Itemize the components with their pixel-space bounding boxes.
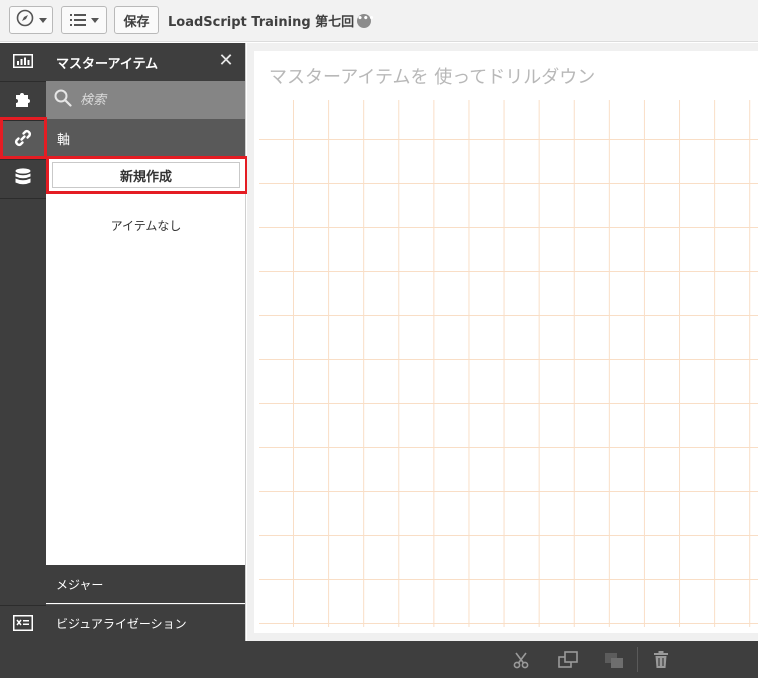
asset-rail: [0, 43, 46, 641]
toolbar-separator: [637, 647, 638, 672]
list-icon: [69, 11, 86, 30]
rail-divider: [0, 198, 46, 199]
compass-icon: [16, 9, 34, 31]
sheet-title[interactable]: マスターアイテムを 使ってドリルダウン: [269, 63, 595, 89]
search-icon: [54, 89, 72, 111]
dimensions-section-header[interactable]: 軸: [46, 119, 245, 157]
visualizations-label: ビジュアライゼーション: [56, 617, 187, 631]
top-toolbar: 保存 LoadScript Training 第七回 •••: [0, 0, 758, 42]
search-bar: [46, 81, 245, 119]
search-input[interactable]: [80, 92, 230, 108]
measures-label: メジャー: [56, 577, 104, 592]
chart-icon: [13, 53, 33, 72]
create-new-button[interactable]: 新規作成: [52, 162, 240, 188]
link-icon: [13, 128, 33, 152]
chevron-down-icon: [90, 17, 99, 23]
layout-grid[interactable]: [259, 100, 758, 627]
rail-extensions-tab[interactable]: [0, 82, 46, 120]
more-options-icon[interactable]: •••: [357, 13, 374, 28]
cut-icon[interactable]: [512, 650, 532, 670]
app-title-text: LoadScript Training 第七回: [168, 15, 355, 30]
variable-icon: [13, 615, 33, 635]
paste-icon: [604, 650, 624, 670]
close-icon[interactable]: ✕: [217, 52, 235, 70]
app-title: LoadScript Training 第七回 •••: [168, 11, 374, 30]
chevron-down-icon: [38, 17, 47, 23]
sheet: マスターアイテムを 使ってドリルダウン: [254, 51, 758, 633]
sheet-canvas-area: マスターアイテムを 使ってドリルダウン: [247, 43, 758, 641]
database-icon: [15, 168, 31, 190]
visualizations-section-header[interactable]: ビジュアライゼーション: [46, 604, 245, 642]
sheet-list-button[interactable]: [61, 6, 107, 34]
panel-header: マスターアイテム ✕: [46, 43, 245, 81]
bottom-toolbar: [0, 641, 758, 678]
master-items-panel: マスターアイテム ✕ 軸 新規作成 アイテムなし メジャー ビジュアライゼーショ…: [46, 43, 246, 642]
puzzle-icon: [14, 90, 32, 112]
rail-fields-tab[interactable]: [0, 160, 46, 198]
dimensions-label: 軸: [57, 132, 71, 148]
rail-master-items-tab[interactable]: [0, 121, 46, 159]
save-button[interactable]: 保存: [114, 6, 159, 34]
rail-charts-tab[interactable]: [0, 43, 46, 81]
rail-variables-tab[interactable]: [0, 606, 46, 644]
empty-items-text: アイテムなし: [110, 219, 182, 233]
panel-title: マスターアイテム: [56, 56, 159, 72]
measures-section-header[interactable]: メジャー: [46, 565, 245, 603]
navigation-menu-button[interactable]: [9, 6, 53, 34]
copy-icon[interactable]: [558, 650, 578, 670]
delete-icon[interactable]: [651, 650, 671, 670]
